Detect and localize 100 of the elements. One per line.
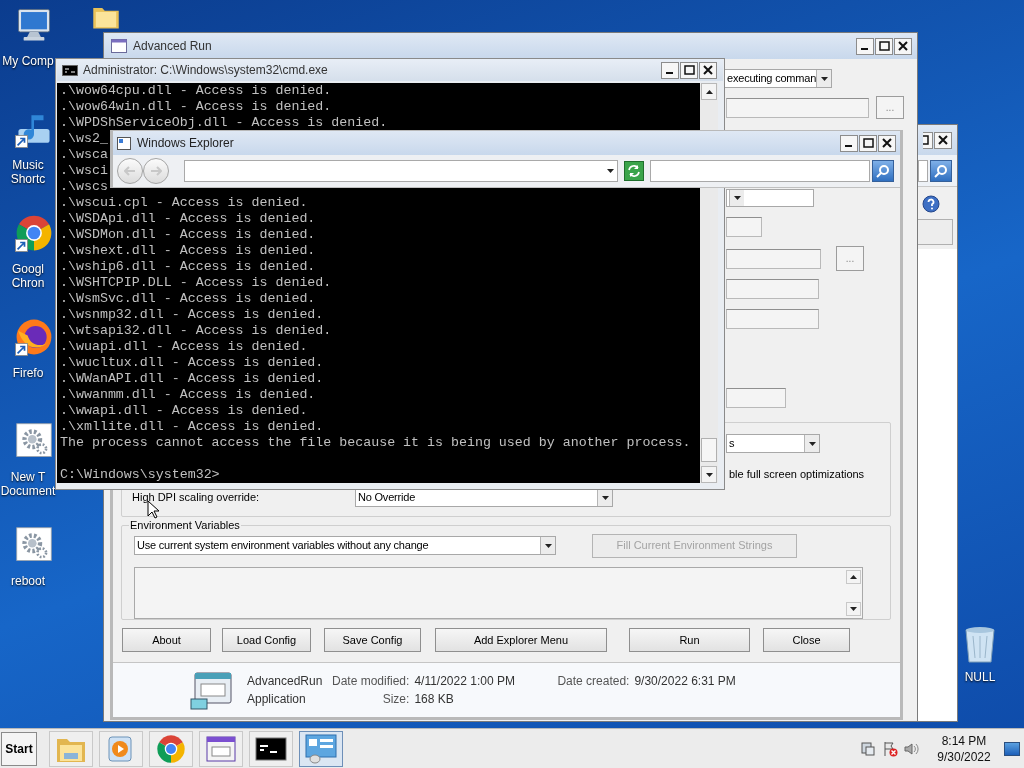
console-line: .\wow64win.dll - Access is denied. bbox=[60, 99, 332, 115]
search-icon bbox=[876, 164, 890, 178]
minimize-button[interactable] bbox=[840, 134, 858, 152]
clock-date: 9/30/2022 bbox=[937, 748, 991, 765]
taskbar-button[interactable] bbox=[249, 730, 293, 767]
console-line: .\wuapi.dll - Access is denied. bbox=[60, 339, 308, 355]
console-line: .\ws2_ bbox=[60, 131, 108, 147]
browse-button[interactable]: ... bbox=[876, 96, 904, 119]
speaker-icon[interactable] bbox=[904, 740, 920, 757]
console-line: The process cannot access the file because it is being used by another process. bbox=[60, 435, 691, 451]
file-detail: Application bbox=[247, 691, 307, 707]
checkbox-label: ble full screen optimizations bbox=[729, 467, 866, 482]
computer-icon[interactable] bbox=[15, 6, 53, 44]
gear-icon[interactable] bbox=[15, 422, 53, 460]
clock-time: 8:14 PM bbox=[941, 732, 987, 749]
maximize-icon bbox=[862, 138, 874, 148]
close-button[interactable] bbox=[878, 134, 896, 152]
minimize-button[interactable] bbox=[856, 37, 874, 55]
window-title: Advanced Run bbox=[133, 38, 212, 55]
detail-label: Date modified: bbox=[332, 673, 410, 689]
text-field[interactable] bbox=[726, 309, 819, 329]
icon-label: New T bbox=[10, 470, 46, 484]
control-panel-icon bbox=[305, 733, 337, 764]
icon-label: Shortc bbox=[10, 172, 46, 186]
show-desktop-button[interactable] bbox=[1004, 741, 1020, 756]
refresh-icon bbox=[627, 165, 641, 177]
browser-icon[interactable] bbox=[15, 318, 53, 356]
search-field[interactable] bbox=[650, 160, 870, 182]
up-arrow-icon bbox=[705, 89, 713, 94]
minimize-button[interactable] bbox=[661, 61, 679, 79]
console-line: .\xmllite.dll - Access is denied. bbox=[60, 419, 324, 435]
forward-arrow-icon bbox=[150, 166, 162, 176]
scroll-thumb[interactable] bbox=[701, 438, 717, 462]
command-combo[interactable]: executing comman bbox=[724, 69, 832, 88]
dropdown-arrow-icon bbox=[601, 495, 609, 500]
console-line: .\wsnmp32.dll - Access is denied. bbox=[60, 307, 324, 323]
dialog-button[interactable]: Load Config bbox=[222, 628, 311, 652]
help-icon[interactable] bbox=[922, 195, 940, 213]
maximize-button[interactable] bbox=[859, 134, 877, 152]
dropdown-arrow-icon bbox=[705, 472, 713, 477]
console-line: .\wwanmm.dll - Access is denied. bbox=[60, 387, 316, 403]
maximize-button[interactable] bbox=[923, 131, 933, 149]
environment-combo[interactable]: Use current system environment variables without any change bbox=[134, 536, 556, 555]
browser-icon[interactable] bbox=[15, 214, 53, 252]
console-line: .\wshext.dll - Access is denied. bbox=[60, 243, 316, 259]
network-icon[interactable] bbox=[860, 740, 876, 757]
icon-label: reboot bbox=[11, 574, 45, 588]
flag-alert-icon[interactable] bbox=[882, 740, 898, 757]
clock[interactable]: 8:14 PM 9/30/2022 bbox=[932, 732, 996, 765]
search-field[interactable] bbox=[918, 159, 928, 182]
text-field[interactable] bbox=[726, 279, 819, 299]
browse-button[interactable]: ... bbox=[836, 246, 864, 271]
text-field[interactable] bbox=[726, 217, 762, 237]
console-icon bbox=[255, 736, 287, 761]
dialog-button[interactable]: Save Config bbox=[324, 628, 421, 652]
close-icon bbox=[898, 41, 908, 51]
close-button[interactable] bbox=[699, 61, 717, 79]
text-field[interactable] bbox=[726, 388, 786, 408]
dialog-button[interactable]: Run bbox=[629, 628, 750, 652]
app-window-icon bbox=[205, 734, 237, 763]
text-field[interactable] bbox=[726, 248, 821, 269]
maximize-icon bbox=[683, 65, 695, 75]
detail-label: Date created: bbox=[557, 673, 630, 689]
close-icon bbox=[882, 138, 892, 148]
up-arrow-icon bbox=[850, 574, 857, 579]
search-button[interactable] bbox=[872, 160, 894, 182]
window-title: Windows Explorer bbox=[137, 135, 234, 152]
start-button[interactable]: Start bbox=[1, 731, 37, 766]
icon-label: My Comp bbox=[2, 54, 54, 68]
gear-icon[interactable] bbox=[15, 526, 53, 564]
field-label: High DPI scaling override: bbox=[132, 490, 261, 506]
detail-value: 168 KB bbox=[413, 691, 455, 707]
dialog-button[interactable]: About bbox=[122, 628, 211, 652]
maximize-icon bbox=[878, 41, 890, 51]
search-icon bbox=[934, 163, 948, 178]
console-line: .\wscui.cpl - Access is denied. bbox=[60, 195, 308, 211]
dropdown-arrow-icon bbox=[544, 543, 552, 548]
icon-label: Googl bbox=[12, 262, 44, 276]
console-line: .\wship6.dll - Access is denied. bbox=[60, 259, 316, 275]
icon-label: Firefo bbox=[12, 366, 44, 380]
search-button[interactable] bbox=[930, 159, 952, 182]
maximize-button[interactable] bbox=[680, 61, 698, 79]
app-icon bbox=[189, 669, 235, 711]
console-line: .\wsca bbox=[60, 147, 108, 163]
refresh-button[interactable] bbox=[624, 161, 644, 181]
console-line: .\WWanAPI.dll - Access is denied. bbox=[60, 371, 324, 387]
dropdown-arrow-icon bbox=[607, 169, 614, 173]
window-icon bbox=[117, 136, 131, 150]
dropdown-arrow-icon bbox=[808, 441, 816, 446]
maximize-button[interactable] bbox=[875, 37, 893, 55]
close-button[interactable] bbox=[894, 37, 912, 55]
text-field[interactable] bbox=[726, 97, 869, 118]
window-title: Administrator: C:\Windows\system32\cmd.exe bbox=[83, 62, 328, 79]
dialog-button[interactable]: Add Explorer Menu bbox=[435, 628, 607, 652]
dialog-button[interactable]: Close bbox=[763, 628, 850, 652]
console-line: .\WsmSvc.dll - Access is denied. bbox=[60, 291, 316, 307]
console-line: .\WSDMon.dll - Access is denied. bbox=[60, 227, 316, 243]
priority-combo[interactable]: s bbox=[726, 434, 820, 453]
close-button[interactable] bbox=[934, 131, 952, 149]
console-line: .\wsci bbox=[60, 163, 108, 179]
